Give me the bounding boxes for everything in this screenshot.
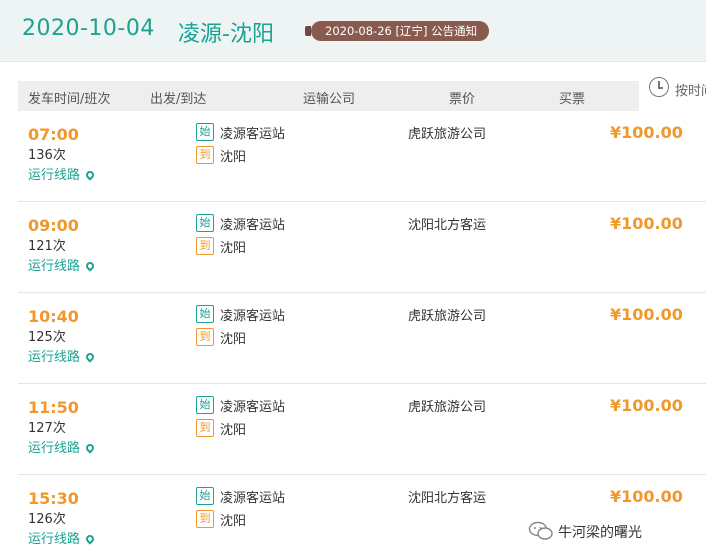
location-pin-icon	[84, 351, 96, 363]
column-header-time: 发车时间/班次	[28, 92, 111, 107]
watermark: 牛河梁的曙光	[528, 521, 642, 542]
departure-station: 凌源客运站	[220, 218, 286, 233]
arrival-station: 沈阳	[220, 241, 247, 256]
departure-time: 07:00	[28, 125, 79, 144]
route-title: 凌源-沈阳	[178, 22, 274, 47]
table-row: 15:30 126次 运行线路 始 凌源客运站 到 沈阳 沈阳北方客运 ¥100…	[18, 475, 706, 559]
location-pin-icon	[84, 260, 96, 272]
sort-by-time-button[interactable]: 按时间	[649, 77, 706, 101]
table-row: 11:50 127次 运行线路 始 凌源客运站 到 沈阳 虎跃旅游公司 ¥100…	[18, 384, 706, 475]
end-tag: 到	[196, 419, 214, 437]
arrival-station: 沈阳	[220, 332, 247, 347]
location-pin-icon	[84, 442, 96, 454]
departure-time: 11:50	[28, 398, 79, 417]
end-tag: 到	[196, 328, 214, 346]
sort-label: 按时间	[675, 84, 706, 99]
start-tag: 始	[196, 396, 214, 414]
start-tag: 始	[196, 305, 214, 323]
ticket-price: ¥100.00	[610, 305, 683, 324]
header-bar: 2020-10-04 凌源-沈阳 2020-08-26 [辽宁] 公告通知	[0, 0, 706, 62]
route-link[interactable]: 运行线路	[28, 528, 96, 547]
departure-station: 凌源客运站	[220, 491, 286, 506]
ticket-price: ¥100.00	[610, 487, 683, 506]
departure-time: 10:40	[28, 307, 79, 326]
transport-company: 虎跃旅游公司	[408, 400, 487, 415]
ticket-price: ¥100.00	[610, 123, 683, 142]
end-tag: 到	[196, 146, 214, 164]
end-tag: 到	[196, 237, 214, 255]
watermark-text: 牛河梁的曙光	[558, 525, 642, 541]
table-row: 09:00 121次 运行线路 始 凌源客运站 到 沈阳 沈阳北方客运 ¥100…	[18, 202, 706, 293]
column-header-buy: 买票	[559, 92, 586, 107]
transport-company: 沈阳北方客运	[408, 218, 487, 233]
column-header-price: 票价	[449, 92, 476, 107]
start-tag: 始	[196, 214, 214, 232]
departure-time: 09:00	[28, 216, 79, 235]
location-pin-icon	[84, 169, 96, 181]
arrival-station: 沈阳	[220, 150, 247, 165]
clock-icon	[649, 77, 669, 97]
column-header-route: 出发/到达	[150, 92, 207, 107]
departure-time: 15:30	[28, 489, 79, 508]
arrival-station: 沈阳	[220, 423, 247, 438]
transport-company: 虎跃旅游公司	[408, 127, 487, 142]
route-link[interactable]: 运行线路	[28, 437, 96, 456]
departure-station: 凌源客运站	[220, 309, 286, 324]
route-link[interactable]: 运行线路	[28, 164, 96, 183]
wechat-icon	[528, 521, 553, 540]
location-pin-icon	[84, 533, 96, 545]
travel-date: 2020-10-04	[22, 16, 155, 41]
departure-station: 凌源客运站	[220, 127, 286, 142]
route-link[interactable]: 运行线路	[28, 255, 96, 274]
departure-station: 凌源客运站	[220, 400, 286, 415]
end-tag: 到	[196, 510, 214, 528]
column-header-company: 运输公司	[303, 92, 356, 107]
start-tag: 始	[196, 487, 214, 505]
table-row: 10:40 125次 运行线路 始 凌源客运站 到 沈阳 虎跃旅游公司 ¥100…	[18, 293, 706, 384]
start-tag: 始	[196, 123, 214, 141]
transport-company: 虎跃旅游公司	[408, 309, 487, 324]
trip-number: 126次	[28, 512, 66, 527]
trip-number: 121次	[28, 239, 66, 254]
table-header: 发车时间/班次 出发/到达 运输公司 票价 买票	[18, 81, 639, 111]
ticket-price: ¥100.00	[610, 214, 683, 233]
ticket-price: ¥100.00	[610, 396, 683, 415]
transport-company: 沈阳北方客运	[408, 491, 487, 506]
trip-number: 125次	[28, 330, 66, 345]
notice-badge[interactable]: 2020-08-26 [辽宁] 公告通知	[304, 21, 490, 41]
table-row: 07:00 136次 运行线路 始 凌源客运站 到 沈阳 虎跃旅游公司 ¥100…	[18, 111, 706, 202]
arrival-station: 沈阳	[220, 514, 247, 529]
route-link[interactable]: 运行线路	[28, 346, 96, 365]
trip-number: 127次	[28, 421, 66, 436]
trip-number: 136次	[28, 148, 66, 163]
